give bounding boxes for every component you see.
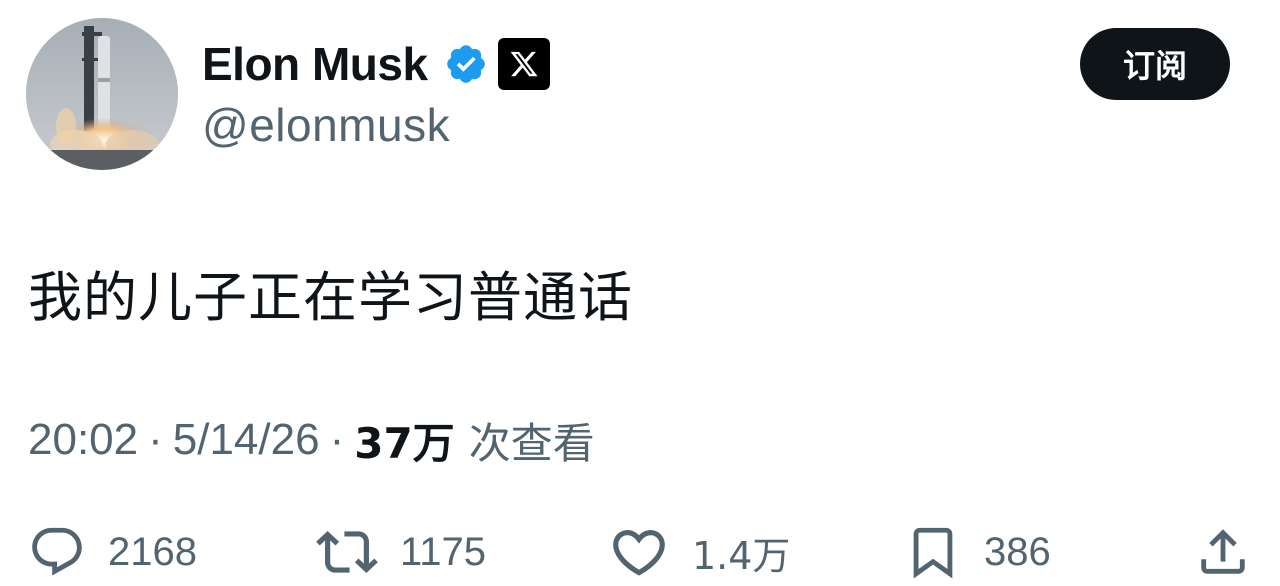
views-count: 37万	[354, 418, 455, 468]
bookmark-count: 386	[984, 529, 1051, 574]
author-name-row: Elon Musk	[202, 36, 550, 92]
avatar[interactable]	[26, 18, 178, 170]
subscribe-button[interactable]: 订阅	[1080, 28, 1230, 100]
tweet-meta: 20:02 · 5/14/26 · 37万 次查看	[28, 412, 595, 468]
views-label: 次查看	[468, 418, 595, 468]
reply-button[interactable]: 2168	[28, 522, 197, 582]
share-button[interactable]	[1194, 522, 1252, 582]
reply-icon	[28, 523, 86, 581]
meta-separator: ·	[329, 415, 345, 464]
tweet-time[interactable]: 20:02	[28, 415, 138, 465]
author-handle[interactable]: @elonmusk	[202, 98, 450, 152]
repost-count: 1175	[400, 529, 487, 574]
repost-icon	[316, 521, 378, 583]
tweet-text: 我的儿子正在学习普通话	[28, 266, 633, 329]
heart-icon	[608, 521, 670, 583]
reply-count: 2168	[108, 529, 197, 574]
repost-button[interactable]: 1175	[316, 522, 486, 582]
bookmark-button[interactable]: 386	[904, 522, 1051, 582]
verified-badge-icon[interactable]	[444, 42, 488, 86]
display-name[interactable]: Elon Musk	[202, 37, 428, 91]
tweet-date[interactable]: 5/14/26	[173, 415, 320, 465]
bookmark-icon	[904, 523, 962, 581]
share-icon	[1194, 523, 1252, 581]
meta-separator: ·	[148, 415, 163, 464]
like-count: 1.4万	[692, 533, 791, 578]
x-logo-icon	[497, 38, 550, 90]
like-button[interactable]: 1.4万	[608, 522, 790, 582]
